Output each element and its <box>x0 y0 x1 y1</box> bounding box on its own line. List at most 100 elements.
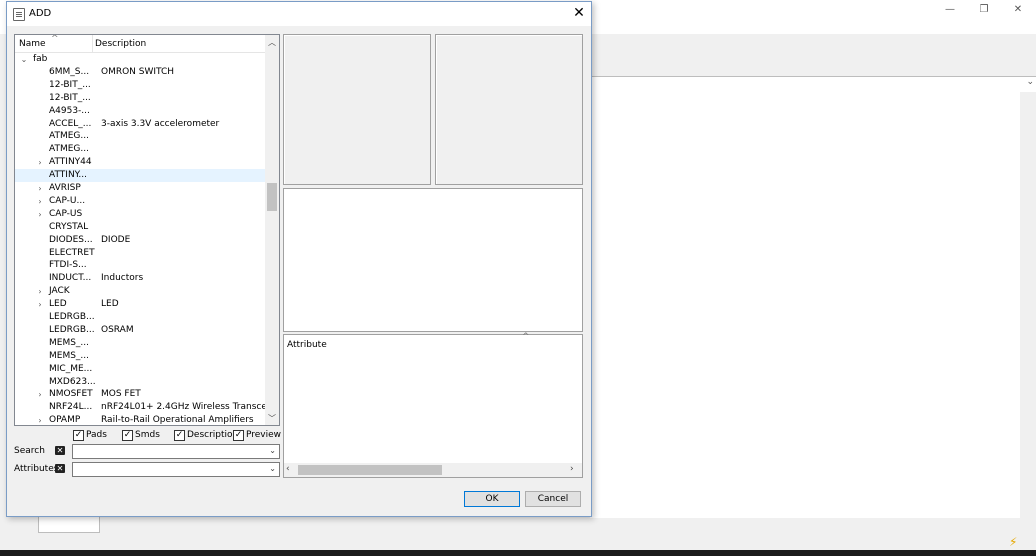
tree-row-name: NRF24L... <box>49 402 93 413</box>
tree-row[interactable]: DIODES... DIODE <box>15 234 265 247</box>
minimize-button[interactable]: — <box>940 4 960 16</box>
search-input[interactable]: ⌄ <box>72 444 280 459</box>
chevron-right-icon[interactable]: › <box>35 156 45 169</box>
main-canvas[interactable] <box>590 92 1020 518</box>
attribute-panel[interactable]: Attribute ^ ‹ › <box>283 332 583 478</box>
column-header-name[interactable]: Name <box>19 39 46 49</box>
tree-row-name: MIC_ME... <box>49 363 93 374</box>
main-vertical-scrollbar[interactable] <box>1020 92 1036 518</box>
tree-row-name: CAP-U... <box>49 195 86 206</box>
tree-row[interactable]: MEMS_... <box>15 337 265 350</box>
tree-row-name: ATTINY... <box>49 170 87 181</box>
tree-row[interactable]: FTDI-S... <box>15 259 265 272</box>
main-close-button[interactable]: ✕ <box>1008 4 1028 16</box>
tree-row-name: ACCEL_... <box>49 118 92 129</box>
tree-row[interactable]: › CAP-U... <box>15 195 265 208</box>
tree-row-name: LED <box>49 299 67 310</box>
description-preview <box>283 188 583 332</box>
lightning-icon[interactable]: ⚡ <box>1009 535 1023 549</box>
tree-row[interactable]: CRYSTAL <box>15 221 265 234</box>
chevron-right-icon[interactable]: › <box>35 182 45 195</box>
tree-row[interactable]: ACCEL_... 3-axis 3.3V accelerometer <box>15 118 265 131</box>
restore-button[interactable]: ❐ <box>974 4 994 16</box>
attributes-input[interactable]: ⌄ <box>72 462 280 477</box>
tree-row[interactable]: 12-BIT_... <box>15 79 265 92</box>
symbol-preview <box>283 34 431 185</box>
ok-button[interactable]: OK <box>464 491 520 507</box>
tree-row-description: OMRON SWITCH <box>101 66 175 77</box>
tree-row[interactable]: LEDRGB... <box>15 311 265 324</box>
tree-row-name: ELECTRET <box>49 247 95 258</box>
checkmark-icon: ✓ <box>233 430 244 441</box>
tree-vertical-scrollbar[interactable]: ︿ ﹀ <box>265 35 279 425</box>
cancel-button[interactable]: Cancel <box>525 491 581 507</box>
checkmark-icon: ✓ <box>73 430 84 441</box>
tree-row-name: CRYSTAL <box>49 221 89 232</box>
tree-row[interactable]: ⌄ fab <box>15 53 265 66</box>
tree-row-name: fab <box>33 54 48 64</box>
tree-row[interactable]: 6MM_S... OMRON SWITCH <box>15 66 265 79</box>
clear-search-icon[interactable]: ✕ <box>55 446 65 455</box>
tree-row[interactable]: › NMOSFET MOS FET <box>15 388 265 401</box>
tree-row-name: NMOSFET <box>49 389 93 400</box>
tree-row-name: DIODES... <box>49 234 93 245</box>
tree-row[interactable]: › ATTINY44 <box>15 156 265 169</box>
tree-row[interactable]: MEMS_... <box>15 350 265 363</box>
tree-row-description: OSRAM <box>101 324 134 335</box>
chevron-down-icon[interactable]: ⌄ <box>269 446 276 455</box>
tree-row[interactable]: › AVRISP <box>15 182 265 195</box>
tree-row-name: LEDRGB... <box>49 312 95 322</box>
clear-attributes-icon[interactable]: ✕ <box>55 464 65 473</box>
chevron-right-icon[interactable]: › <box>35 414 45 425</box>
scroll-thumb[interactable] <box>267 183 277 211</box>
tree-row-name: MXD623... <box>49 376 96 387</box>
tree-row[interactable]: ATMEG... <box>15 143 265 156</box>
tree-row-name: ATMEG... <box>49 144 89 155</box>
tree-row[interactable]: MIC_ME... <box>15 363 265 376</box>
tree-row[interactable]: A4953-... <box>15 105 265 118</box>
tree-row[interactable]: INDUCT... Inductors <box>15 272 265 285</box>
tree-row-description: 3-axis 3.3V accelerometer <box>101 118 220 129</box>
document-icon <box>13 8 25 21</box>
tree-row-name: 6MM_S... <box>49 66 90 77</box>
tree-row[interactable]: › CAP-US <box>15 208 265 221</box>
chevron-down-icon[interactable]: ⌄ <box>19 53 29 66</box>
tree-row[interactable]: ELECTRET <box>15 247 265 260</box>
tree-row[interactable]: MXD623... <box>15 376 265 389</box>
tree-row[interactable]: › OPAMP Rail-to-Rail Operational Amplifier… <box>15 414 265 425</box>
tree-row-name: A4953-... <box>49 105 90 116</box>
tree-row[interactable]: ATTINY... <box>15 169 265 183</box>
chevron-right-icon[interactable]: › <box>35 285 45 298</box>
library-tree[interactable]: Name ^ Description ⌄ fab 6MM_S... OMRON SWI… <box>14 34 280 426</box>
tree-row-name: FTDI-S... <box>49 260 87 271</box>
dialog-close-button[interactable]: ✕ <box>571 4 587 22</box>
scroll-thumb[interactable] <box>298 465 442 475</box>
scroll-left-icon[interactable]: ‹ <box>286 464 290 474</box>
tree-row-description: DIODE <box>101 234 131 245</box>
tree-row[interactable]: › JACK <box>15 285 265 298</box>
chevron-right-icon[interactable]: › <box>35 298 45 311</box>
tree-row-description: MOS FET <box>101 389 141 400</box>
column-divider[interactable] <box>92 35 93 52</box>
tree-row[interactable]: › LED LED <box>15 298 265 311</box>
tree-row-name: 12-BIT_... <box>49 92 91 103</box>
attribute-column-header[interactable]: Attribute <box>287 340 327 350</box>
scroll-up-icon[interactable]: ︿ <box>265 37 279 48</box>
chevron-down-icon[interactable]: ⌄ <box>269 464 276 473</box>
main-status-field[interactable] <box>38 516 100 533</box>
tree-row-description: nRF24L01+ 2.4GHz Wireless Transceiver ..… <box>101 402 280 413</box>
chevron-right-icon[interactable]: › <box>35 388 45 401</box>
attribute-horizontal-scrollbar[interactable]: ‹ › <box>284 463 582 477</box>
tree-row[interactable]: ATMEG... <box>15 130 265 143</box>
tree-row[interactable]: 12-BIT_... <box>15 92 265 105</box>
chevron-right-icon[interactable]: › <box>35 195 45 208</box>
sort-ascending-icon: ^ <box>51 34 59 44</box>
chevron-right-icon[interactable]: › <box>35 208 45 221</box>
scroll-down-icon[interactable]: ﹀ <box>265 413 279 424</box>
tree-row[interactable]: LEDRGB... OSRAM <box>15 324 265 337</box>
main-combo[interactable]: ⌄ <box>590 76 1036 93</box>
main-toolbar <box>590 34 1036 57</box>
column-header-description[interactable]: Description <box>95 39 146 49</box>
scroll-right-icon[interactable]: › <box>570 464 574 474</box>
tree-row[interactable]: NRF24L... nRF24L01+ 2.4GHz Wireless Trans… <box>15 401 279 414</box>
